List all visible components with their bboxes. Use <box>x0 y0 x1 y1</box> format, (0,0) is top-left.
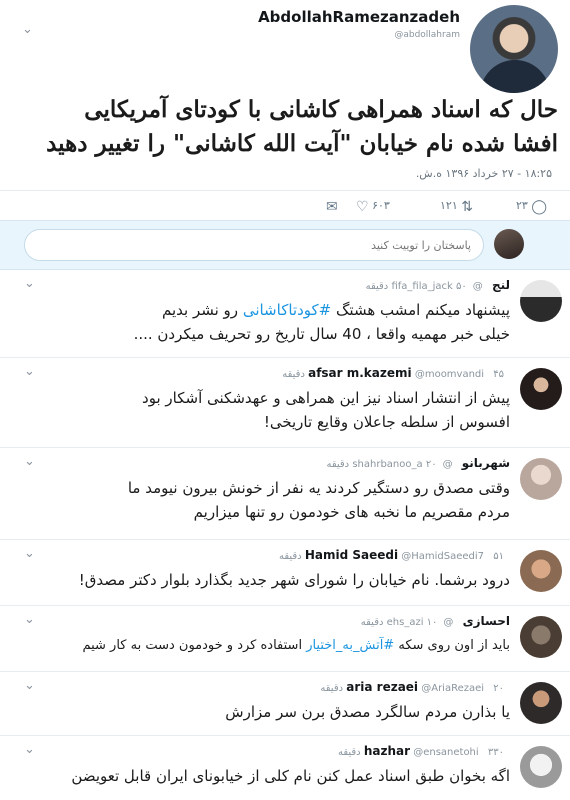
main-tweet: AbdollahRamezanzadeh @abdollahram ⌄ حال … <box>0 0 570 200</box>
chevron-down-icon[interactable]: ⌄ <box>24 454 35 469</box>
hashtag-link[interactable]: #آتش_به_اختیار <box>306 638 394 653</box>
tweet-meta: لنج @fifa_fila_jack ۵۰ دقیقه <box>366 278 510 292</box>
reply-tweet[interactable]: hazhar @ensanetohi ۳۳۰ دقیقه ⌄ اگه بخوان… <box>0 736 570 800</box>
retweet-button[interactable]: ۱۲۱ ⇅ <box>440 199 473 215</box>
reply-author-name[interactable]: hazhar <box>364 744 410 758</box>
share-button[interactable]: ✉ <box>326 199 338 215</box>
reply-text: پیشنهاد میکنم امشب هشتگ #کودتاکاشانی رو … <box>133 301 510 343</box>
tweet-meta: hazhar @ensanetohi ۳۳۰ دقیقه <box>338 744 510 758</box>
like-count: ۶۰۳ <box>372 199 390 212</box>
reply-author-handle[interactable]: @ehs_azi <box>387 617 454 628</box>
reply-tweet[interactable]: احسازی @ehs_azi ۱۰ دقیقه ⌄ باید از اون ر… <box>0 606 570 672</box>
reply-author-name[interactable]: Hamid Saeedi <box>305 548 398 562</box>
envelope-icon: ✉ <box>326 199 338 215</box>
reply-tweet[interactable]: afsar m.kazemi @moomvandi ۴۵ دقیقه ⌄ پیش… <box>0 358 570 448</box>
reply-author-handle[interactable]: @moomvandi <box>415 369 484 380</box>
tweet-actions: ✉ ♡ ۶۰۳ ۱۲۱ ⇅ ۲۳ ◯ <box>0 190 570 220</box>
reply-author-name[interactable]: afsar m.kazemi <box>308 366 412 380</box>
reply-tweet[interactable]: Hamid Saeedi @HamidSaeedi7 ۵۱ دقیقه ⌄ در… <box>0 540 570 606</box>
reply-author-handle[interactable]: @HamidSaeedi7 <box>401 551 484 562</box>
reply-author-handle[interactable]: @fifa_fila_jack <box>391 281 482 292</box>
hashtag-link[interactable]: #کودتاکاشانی <box>243 301 331 319</box>
reply-text: اگه بخوان طبق اسناد عمل کنن نام کلی از خ… <box>71 767 510 785</box>
current-user-avatar <box>494 229 524 259</box>
reply-tweet[interactable]: لنج @fifa_fila_jack ۵۰ دقیقه ⌄ پیشنهاد م… <box>0 270 570 358</box>
avatar[interactable] <box>520 368 562 410</box>
author-avatar[interactable] <box>470 5 558 93</box>
like-button[interactable]: ♡ ۶۰۳ <box>356 199 390 215</box>
tweet-text: حال که اسناد همراهی کاشانی با کودتای آمر… <box>46 96 558 157</box>
reply-tweet[interactable]: aria rezaei @AriaRezaei ۲۰ دقیقه ⌄ یا بذ… <box>0 672 570 736</box>
reply-text: باید از اون روی سکه #آتش_به_اختیار استفا… <box>82 638 510 653</box>
tweet-meta: aria rezaei @AriaRezaei ۲۰ دقیقه <box>320 680 510 694</box>
avatar[interactable] <box>520 682 562 724</box>
avatar[interactable] <box>520 550 562 592</box>
reply-button[interactable]: ۲۳ ◯ <box>516 199 547 215</box>
chevron-down-icon[interactable]: ⌄ <box>24 678 35 693</box>
tweet-meta: شهربانو @shahrbanoo_a ۲۰ دقیقه <box>326 456 510 470</box>
reply-text: پیش از انتشار اسناد نیز این همراهی و عهد… <box>142 389 510 431</box>
reply-text: یا بذارن مردم سالگرد مصدق برن سر مزارش <box>225 703 510 721</box>
reply-author-name[interactable]: aria rezaei <box>346 680 418 694</box>
chevron-down-icon[interactable]: ⌄ <box>24 364 35 379</box>
tweet-timestamp[interactable]: ۱۸:۲۵ - ۲۷ خرداد ۱۳۹۶ ه.ش. <box>416 167 552 180</box>
reply-author-handle[interactable]: @ensanetohi <box>413 747 478 758</box>
chevron-down-icon[interactable]: ⌄ <box>24 276 35 291</box>
avatar[interactable] <box>520 746 562 788</box>
tweet-meta: احسازی @ehs_azi ۱۰ دقیقه <box>361 614 510 628</box>
author-handle[interactable]: @abdollahram <box>394 30 460 40</box>
avatar[interactable] <box>520 616 562 658</box>
reply-text: وقتی مصدق رو دستگیر کردند یه نفر از خونش… <box>127 479 510 521</box>
reply-count: ۲۳ <box>516 199 528 212</box>
chevron-down-icon[interactable]: ⌄ <box>24 612 35 627</box>
reply-author-name[interactable]: لنج <box>492 278 510 292</box>
tweet-meta: afsar m.kazemi @moomvandi ۴۵ دقیقه <box>282 366 510 380</box>
chevron-down-icon[interactable]: ⌄ <box>24 546 35 561</box>
author-name[interactable]: AbdollahRamezanzadeh <box>258 8 460 26</box>
avatar[interactable] <box>520 280 562 322</box>
retweet-count: ۱۲۱ <box>440 199 458 212</box>
reply-author-name[interactable]: احسازی <box>463 614 510 628</box>
chevron-down-icon[interactable]: ⌄ <box>22 22 33 37</box>
reply-icon: ◯ <box>531 199 547 215</box>
reply-author-name[interactable]: شهربانو <box>462 456 510 470</box>
reply-text: درود برشما. نام خیابان را شورای شهر جدید… <box>78 571 510 589</box>
heart-icon: ♡ <box>356 199 369 215</box>
reply-tweet[interactable]: شهربانو @shahrbanoo_a ۲۰ دقیقه ⌄ وقتی مص… <box>0 448 570 540</box>
avatar[interactable] <box>520 458 562 500</box>
chevron-down-icon[interactable]: ⌄ <box>24 742 35 757</box>
reply-author-handle[interactable]: @AriaRezaei <box>421 683 484 694</box>
retweet-icon: ⇅ <box>461 199 473 215</box>
reply-composer <box>0 220 570 270</box>
reply-author-handle[interactable]: @shahrbanoo_a <box>352 459 452 470</box>
reply-input[interactable] <box>24 229 484 261</box>
tweet-meta: Hamid Saeedi @HamidSaeedi7 ۵۱ دقیقه <box>279 548 510 562</box>
